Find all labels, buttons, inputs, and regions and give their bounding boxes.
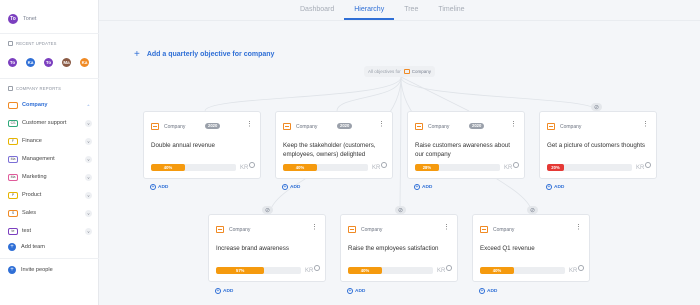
plus-icon: +	[215, 288, 221, 294]
more-menu-icon[interactable]: ⋮	[510, 121, 517, 128]
plus-icon: +	[282, 184, 288, 190]
progress-bar: 40%	[480, 267, 565, 274]
key-results-label: KR	[305, 268, 314, 274]
comment-icon[interactable]	[381, 162, 387, 168]
progress-bar: 57%	[216, 267, 301, 274]
progress-bar: 28%	[415, 164, 500, 171]
company-icon	[547, 123, 555, 130]
more-menu-icon[interactable]: ⋮	[642, 121, 649, 128]
key-results-label: KR	[372, 165, 381, 171]
company-icon	[348, 226, 356, 233]
key-results-label: KR	[504, 165, 513, 171]
plus-icon: +	[414, 184, 420, 190]
key-results-label: KR	[569, 268, 578, 274]
link-icon[interactable]: ⊘	[591, 103, 602, 111]
key-results-label: KR	[240, 165, 249, 171]
objective-title: Raise the employees satisfaction	[348, 245, 439, 252]
comment-icon[interactable]	[314, 265, 320, 271]
add-child-button[interactable]: + ADD	[546, 184, 564, 190]
add-child-button[interactable]: + ADD	[479, 288, 497, 294]
objective-title: Double annual revenue	[151, 142, 215, 149]
objective-card[interactable]: Company 2020 ⋮ Keep the stakeholder (cus…	[275, 111, 393, 179]
objective-title: Exceed Q1 revenue	[480, 245, 535, 252]
add-child-button[interactable]: + ADD	[414, 184, 432, 190]
progress-bar: 40%	[151, 164, 236, 171]
add-child-button[interactable]: + ADD	[215, 288, 233, 294]
comment-icon[interactable]	[645, 162, 651, 168]
progress-bar: 20%	[547, 164, 632, 171]
objective-card[interactable]: Company ⋮ Exceed Q1 revenue 40% KR	[472, 214, 590, 282]
more-menu-icon[interactable]: ⋮	[575, 224, 582, 231]
link-icon[interactable]: ⊘	[527, 206, 538, 214]
objective-title: Get a picture of customers thoughts	[547, 142, 646, 149]
key-results-label: KR	[437, 268, 446, 274]
year-badge: 2020	[205, 123, 221, 129]
objective-title: Increase brand awareness	[216, 245, 289, 252]
company-icon	[216, 226, 224, 233]
objective-card[interactable]: Company ⋮ Raise the employees satisfacti…	[340, 214, 458, 282]
plus-icon: +	[546, 184, 552, 190]
progress-bar: 40%	[348, 267, 433, 274]
progress-bar: 40%	[283, 164, 368, 171]
more-menu-icon[interactable]: ⋮	[311, 224, 318, 231]
plus-icon: +	[150, 184, 156, 190]
more-menu-icon[interactable]: ⋮	[378, 121, 385, 128]
objective-card[interactable]: Company ⋮ Increase brand awareness 57% K…	[208, 214, 326, 282]
more-menu-icon[interactable]: ⋮	[246, 121, 253, 128]
comment-icon[interactable]	[249, 162, 255, 168]
add-child-button[interactable]: + ADD	[347, 288, 365, 294]
comment-icon[interactable]	[513, 162, 519, 168]
year-badge: 2020	[337, 123, 353, 129]
company-icon	[480, 226, 488, 233]
add-child-button[interactable]: + ADD	[282, 184, 300, 190]
comment-icon[interactable]	[446, 265, 452, 271]
link-icon[interactable]: ⊘	[262, 206, 273, 214]
objective-title: Raise customers awareness about our comp…	[415, 142, 510, 158]
add-child-button[interactable]: + ADD	[150, 184, 168, 190]
link-icon[interactable]: ⊘	[395, 206, 406, 214]
comment-icon[interactable]	[578, 265, 584, 271]
more-menu-icon[interactable]: ⋮	[443, 224, 450, 231]
company-icon	[283, 123, 291, 130]
objective-card[interactable]: Company 2020 ⋮ Double annual revenue 40%…	[143, 111, 261, 179]
objective-card[interactable]: Company 2020 ⋮ Raise customers awareness…	[407, 111, 525, 179]
objective-card[interactable]: Company ⋮ Get a picture of customers tho…	[539, 111, 657, 179]
all-objectives-node[interactable]: All objectives for Company	[364, 66, 436, 77]
company-icon	[403, 69, 410, 74]
key-results-label: KR	[636, 165, 645, 171]
plus-icon: +	[347, 288, 353, 294]
company-icon	[415, 123, 423, 130]
plus-icon: +	[479, 288, 485, 294]
objective-title: Keep the stakeholder (customers, employe…	[283, 142, 376, 158]
company-icon	[151, 123, 159, 130]
year-badge: 2020	[469, 123, 485, 129]
